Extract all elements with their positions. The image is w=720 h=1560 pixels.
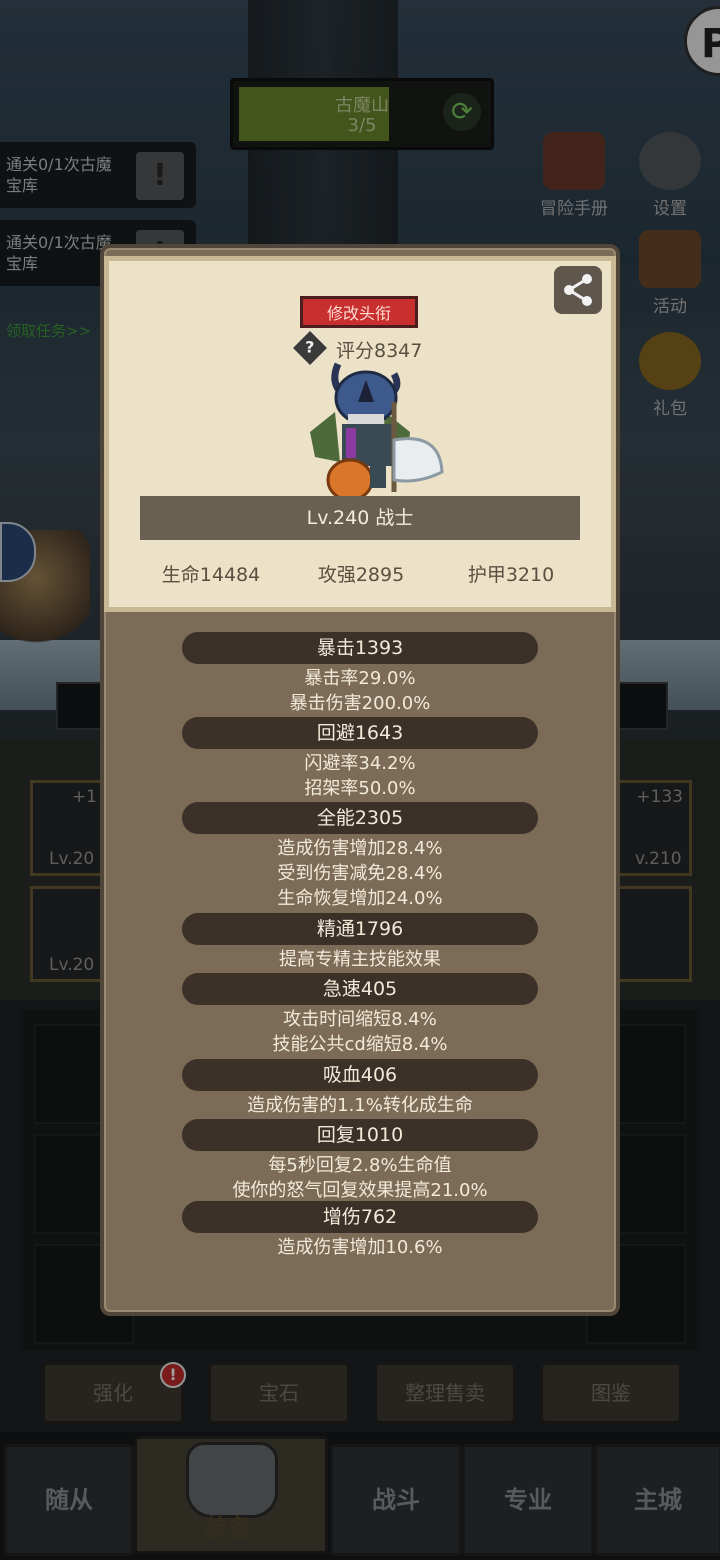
stat-line: 受到伤害减免28.4% — [277, 863, 443, 884]
level-class-bar: Lv.240 战士 — [140, 496, 580, 540]
stat-line: 招架率50.0% — [304, 778, 416, 799]
stat-line: 攻击时间缩短8.4% — [283, 1009, 437, 1030]
stat-header-crit: 暴击1393 — [182, 632, 538, 664]
warrior-avatar — [310, 362, 444, 502]
stat-header-haste: 急速405 — [182, 973, 538, 1005]
stat-line: 技能公共cd缩短8.4% — [272, 1034, 448, 1055]
stat-header-mastery: 精通1796 — [182, 913, 538, 945]
stat-line: 使你的怒气回复效果提高21.0% — [232, 1180, 488, 1201]
stat-line: 每5秒回复2.8%生命值 — [268, 1155, 452, 1176]
help-glyph: ? — [305, 338, 315, 357]
stat-line: 暴击伤害200.0% — [289, 693, 431, 714]
stat-header-damage-boost: 增伤762 — [182, 1201, 538, 1233]
stat-header-dodge: 回避1643 — [182, 717, 538, 749]
share-icon — [564, 274, 592, 306]
stat-header-versatility: 全能2305 — [182, 802, 538, 834]
stat-line: 造成伤害增加28.4% — [277, 838, 443, 859]
score-text: 评分8347 — [336, 340, 423, 362]
stat-line: 提高专精主技能效果 — [279, 949, 441, 970]
stat-header-lifesteal: 吸血406 — [182, 1059, 538, 1091]
share-button[interactable] — [554, 266, 602, 314]
stat-line: 暴击率29.0% — [304, 668, 416, 689]
stat-line: 生命恢复增加24.0% — [277, 888, 443, 909]
stat-header-regen: 回复1010 — [182, 1119, 538, 1151]
stat-line: 造成伤害的1.1%转化成生命 — [247, 1095, 473, 1116]
stat-line: 造成伤害增加10.6% — [277, 1237, 443, 1258]
armor-stat: 护甲3210 — [467, 564, 555, 586]
hp-stat: 生命14484 — [161, 564, 261, 586]
stat-line: 闪避率34.2% — [304, 753, 416, 774]
attack-stat: 攻强2895 — [317, 564, 405, 586]
edit-title-button[interactable]: 修改头衔 — [300, 296, 418, 328]
